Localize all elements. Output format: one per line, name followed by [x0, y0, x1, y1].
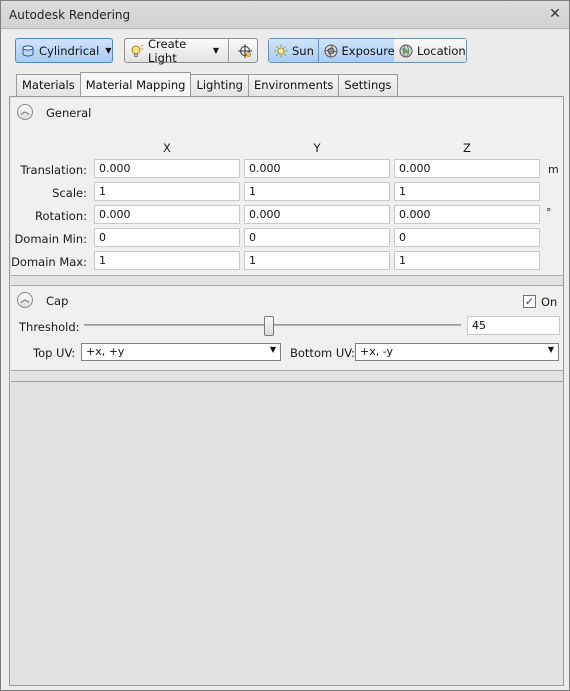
divider: [227, 39, 229, 62]
cap-on-label: On: [541, 295, 558, 309]
tab-lighting[interactable]: Lighting: [190, 74, 249, 96]
rotation-z-input[interactable]: [394, 205, 540, 224]
location-label: Location: [417, 43, 466, 58]
tab-materials[interactable]: Materials: [16, 74, 81, 96]
create-light-button[interactable]: Create Light ▼: [125, 36, 224, 65]
translation-z-input[interactable]: [394, 159, 540, 178]
general-panel: ︿ General X Y Z Translation: m Scale: Ro…: [11, 98, 563, 276]
chevron-down-icon: ▼: [105, 46, 112, 55]
create-light-label: Create Light: [148, 36, 187, 65]
domain-max-x-input[interactable]: [94, 251, 240, 270]
empty-panel-area: [11, 381, 563, 685]
threshold-label: Threshold:: [19, 320, 80, 334]
tab-strip: Materials Material Mapping Lighting Envi…: [16, 72, 398, 96]
general-panel-title: General: [46, 106, 92, 120]
tab-environments[interactable]: Environments: [247, 74, 340, 96]
place-light-button[interactable]: [233, 39, 257, 62]
column-header-x: X: [163, 141, 171, 155]
rendering-window: Autodesk Rendering ✕ Cylindrical ▼ Creat…: [0, 0, 570, 691]
sun-label: Sun: [292, 43, 314, 58]
rotation-label: Rotation:: [35, 209, 87, 223]
domain-max-label: Domain Max:: [11, 255, 87, 269]
scale-label: Scale:: [52, 186, 87, 200]
exposure-label: Exposure: [341, 43, 395, 58]
title-bar: Autodesk Rendering ✕: [1, 1, 569, 29]
cylinder-icon: [21, 44, 35, 58]
close-icon[interactable]: ✕: [547, 7, 563, 23]
mapping-type-label: Cylindrical: [39, 43, 100, 58]
translation-x-input[interactable]: [94, 159, 240, 178]
rotation-y-input[interactable]: [244, 205, 390, 224]
threshold-slider[interactable]: [84, 314, 461, 338]
scale-y-input[interactable]: [244, 182, 390, 201]
bottom-uv-select[interactable]: +x, -y ▼: [355, 343, 559, 361]
domain-max-z-input[interactable]: [394, 251, 540, 270]
translation-label: Translation:: [20, 163, 87, 177]
mapping-type-dropdown[interactable]: Cylindrical ▼: [15, 38, 113, 63]
domain-max-y-input[interactable]: [244, 251, 390, 270]
location-button[interactable]: Location: [394, 39, 466, 62]
exposure-icon: [324, 44, 338, 58]
create-light-group: Create Light ▼: [124, 36, 258, 65]
chevron-down-icon: ▼: [212, 46, 219, 55]
bottom-uv-value: +x, -y: [360, 345, 394, 358]
chevron-up-icon[interactable]: ︿: [17, 104, 33, 120]
target-icon: [237, 43, 252, 58]
scale-x-input[interactable]: [94, 182, 240, 201]
exposure-toggle[interactable]: Exposure: [318, 39, 395, 62]
chevron-up-icon[interactable]: ︿: [17, 292, 33, 308]
translation-unit: m: [548, 163, 559, 176]
bottom-uv-label: Bottom UV:: [290, 346, 356, 360]
domain-min-y-input[interactable]: [244, 228, 390, 247]
sun-toggle[interactable]: Sun: [269, 39, 318, 62]
domain-min-label: Domain Min:: [14, 232, 87, 246]
rotation-x-input[interactable]: [94, 205, 240, 224]
top-uv-value: +x, +y: [86, 345, 125, 358]
chevron-down-icon: ▼: [547, 345, 554, 354]
domain-min-x-input[interactable]: [94, 228, 240, 247]
cap-panel-title: Cap: [46, 294, 69, 308]
domain-min-z-input[interactable]: [394, 228, 540, 247]
light-bulb-icon: [130, 44, 144, 58]
material-mapping-content: ︿ General X Y Z Translation: m Scale: Ro…: [9, 96, 564, 686]
sun-icon: [274, 44, 288, 58]
window-title: Autodesk Rendering: [9, 8, 131, 22]
scale-z-input[interactable]: [394, 182, 540, 201]
chevron-down-icon: ▼: [269, 345, 276, 354]
top-uv-select[interactable]: +x, +y ▼: [81, 343, 281, 361]
threshold-input[interactable]: [467, 316, 560, 335]
slider-thumb[interactable]: [264, 316, 274, 336]
column-header-z: Z: [463, 141, 471, 155]
top-uv-label: Top UV:: [33, 346, 76, 360]
globe-icon: [399, 44, 413, 58]
cap-on-checkbox[interactable]: ✓: [523, 295, 536, 308]
cap-panel-header[interactable]: ︿ Cap: [11, 286, 563, 312]
tab-material-mapping[interactable]: Material Mapping: [79, 72, 192, 96]
cap-panel: ︿ Cap ✓ On Threshold: Top UV: +x, +y ▼ B…: [11, 285, 563, 371]
column-header-y: Y: [313, 141, 321, 155]
general-panel-header[interactable]: ︿ General: [11, 98, 563, 124]
toolbar: Cylindrical ▼ Create Light ▼ Sun Exposur…: [1, 30, 569, 72]
tab-settings[interactable]: Settings: [338, 74, 398, 96]
translation-y-input[interactable]: [244, 159, 390, 178]
environment-toggle-group: Sun Exposure Location: [268, 38, 467, 63]
rotation-unit: °: [546, 206, 552, 219]
